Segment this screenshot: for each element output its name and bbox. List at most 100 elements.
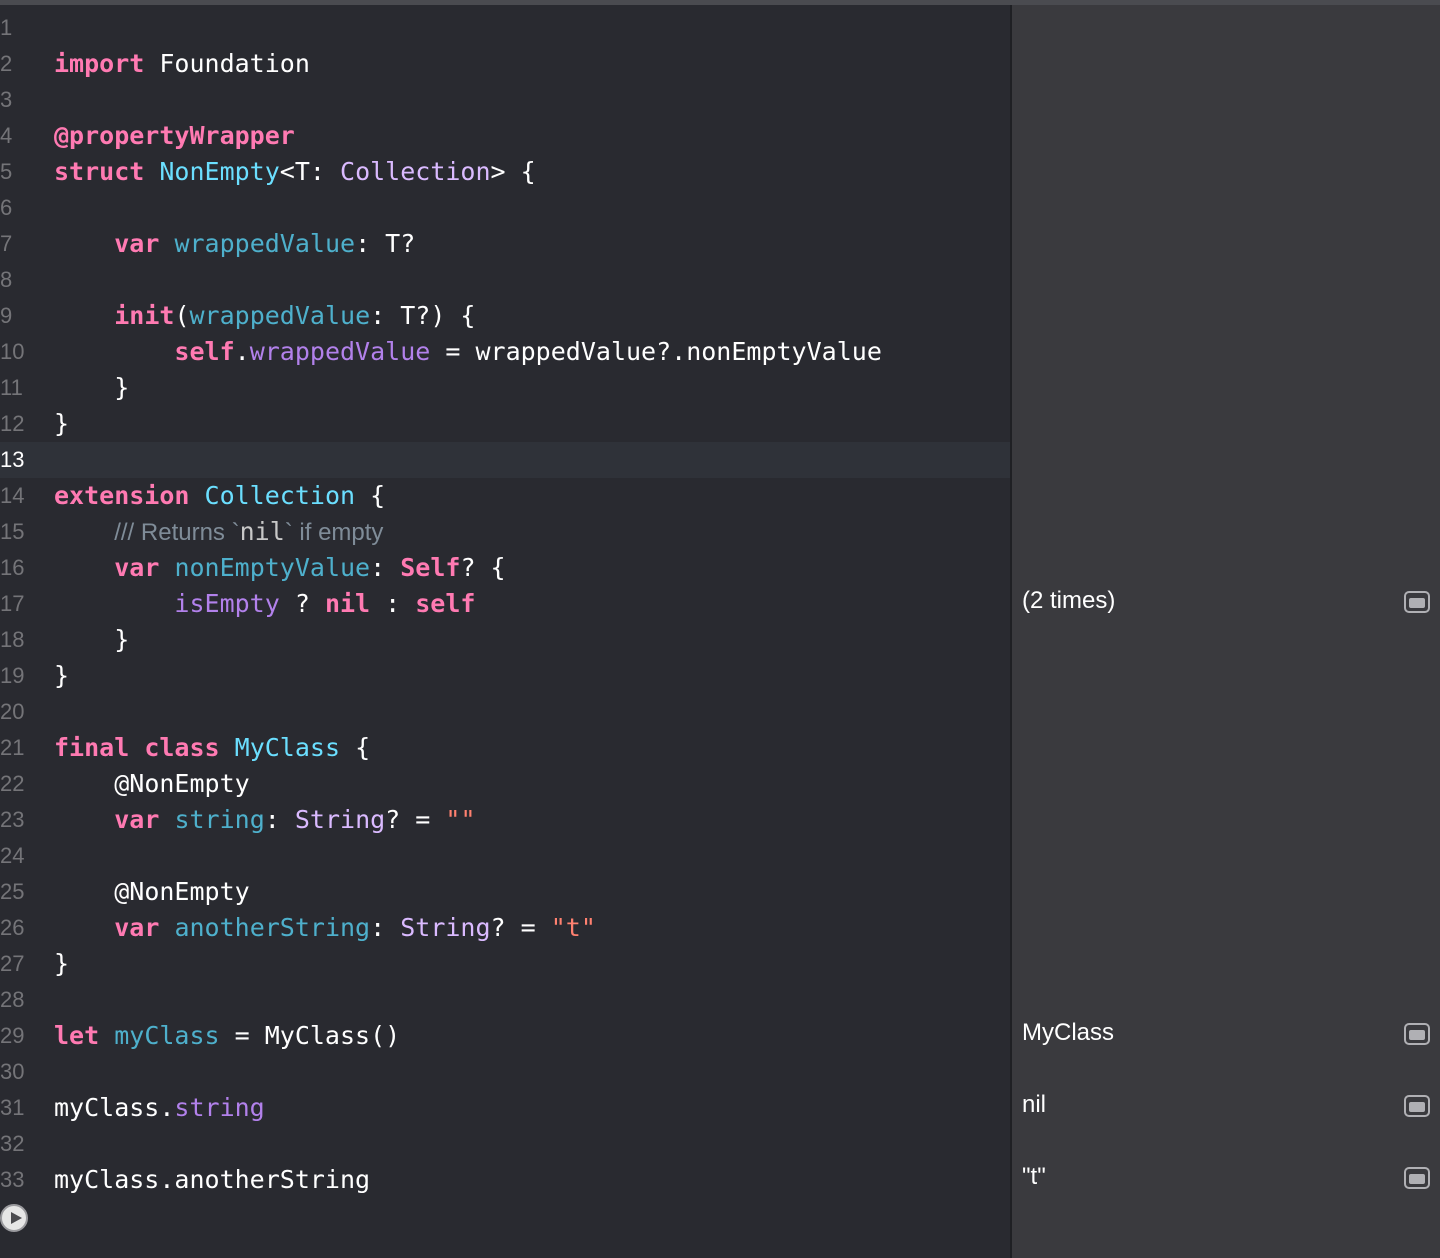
keyword-final: final: [54, 733, 130, 762]
attribute-property-wrapper: @propertyWrapper: [54, 121, 295, 150]
property-declaration: anotherString: [174, 913, 371, 942]
line-number[interactable]: 20: [0, 694, 26, 730]
code-line: 19 }: [0, 658, 1010, 694]
generic-param: <T:: [279, 157, 341, 186]
current-line-highlight[interactable]: 13: [0, 442, 1010, 478]
line-number[interactable]: 30: [0, 1054, 26, 1090]
property-declaration: string: [174, 805, 265, 834]
line-number[interactable]: 19: [0, 658, 26, 694]
line-number[interactable]: 11: [0, 370, 26, 406]
line-number[interactable]: 2: [0, 46, 26, 82]
keyword-self-type: Self: [400, 553, 461, 582]
code-line: 15 /// Returns `nil` if empty: [0, 514, 1010, 550]
punctuation: {: [355, 481, 386, 510]
line-number[interactable]: 7: [0, 226, 26, 262]
line-number[interactable]: 27: [0, 946, 26, 982]
line-number[interactable]: 3: [0, 82, 26, 118]
comment-text: ` if empty: [284, 519, 384, 546]
keyword-var: var: [114, 913, 160, 942]
line-number[interactable]: 29: [0, 1018, 26, 1054]
type-annotation: : T?: [355, 229, 416, 258]
code-text: }: [54, 406, 69, 442]
property-reference: isEmpty: [174, 589, 280, 618]
keyword-extension: extension: [54, 481, 190, 510]
code-line: 10 self.wrappedValue = wrappedValue?.non…: [0, 334, 1010, 370]
line-number[interactable]: 32: [0, 1126, 26, 1162]
line-number[interactable]: 18: [0, 622, 26, 658]
code-editor[interactable]: 1 2 import Foundation 3 4 @propertyWrapp…: [0, 5, 1010, 1258]
line-number[interactable]: 5: [0, 154, 26, 190]
line-number[interactable]: 16: [0, 550, 26, 586]
type-declaration: NonEmpty: [159, 157, 280, 186]
results-sidebar: [1010, 5, 1440, 1258]
quicklook-icon[interactable]: [1404, 1167, 1430, 1189]
property-declaration: nonEmptyValue: [174, 553, 371, 582]
code-line: 28: [0, 982, 1010, 1018]
string-literal: "t": [550, 913, 596, 942]
line-number[interactable]: 22: [0, 766, 26, 802]
type-reference: String: [294, 805, 386, 834]
punctuation: .: [234, 337, 250, 366]
code-line: 22 @NonEmpty: [0, 766, 1010, 802]
line-number[interactable]: 8: [0, 262, 26, 298]
attribute-non-empty: @NonEmpty: [114, 877, 250, 906]
line-number[interactable]: 6: [0, 190, 26, 226]
punctuation: :: [264, 805, 295, 834]
code-line: 11 }: [0, 370, 1010, 406]
variable-declaration: myClass: [114, 1021, 220, 1050]
type-reference: Collection: [340, 157, 491, 186]
code-line: 25 @NonEmpty: [0, 874, 1010, 910]
line-number[interactable]: 28: [0, 982, 26, 1018]
code-text: }: [54, 946, 69, 982]
closing-brace: }: [54, 409, 70, 438]
doc-comment: /// Returns `nil` if empty: [114, 517, 384, 546]
line-number[interactable]: 33: [0, 1162, 26, 1198]
closing-brace: }: [114, 373, 130, 402]
run-icon[interactable]: [0, 1204, 28, 1232]
code-line: 23 var string: String? = "": [0, 802, 1010, 838]
code-line: 1: [0, 10, 1010, 46]
code-line: 6: [0, 190, 1010, 226]
line-number[interactable]: 12: [0, 406, 26, 442]
code-text: /// Returns `nil` if empty: [54, 514, 383, 550]
operator: :: [370, 589, 416, 618]
code-text: isEmpty ? nil : self: [54, 586, 475, 622]
result-line-17: (2 times): [1022, 587, 1116, 614]
type-declaration: MyClass: [234, 733, 341, 762]
code-line: 14 extension Collection {: [0, 478, 1010, 514]
code-line: 17 isEmpty ? nil : self: [0, 586, 1010, 622]
line-number[interactable]: 1: [0, 10, 26, 46]
closing-brace: }: [114, 625, 130, 654]
line-number[interactable]: 4: [0, 118, 26, 154]
code-line: 26 var anotherString: String? = "t": [0, 910, 1010, 946]
code-line: 32: [0, 1126, 1010, 1162]
line-number[interactable]: 14: [0, 478, 26, 514]
quicklook-icon[interactable]: [1404, 591, 1430, 613]
property-declaration: wrappedValue: [174, 229, 356, 258]
line-number[interactable]: 31: [0, 1090, 26, 1126]
line-number[interactable]: 23: [0, 802, 26, 838]
code-line: 33 myClass.anotherString: [0, 1162, 1010, 1198]
line-number[interactable]: 26: [0, 910, 26, 946]
punctuation: > {: [490, 157, 536, 186]
line-number[interactable]: 17: [0, 586, 26, 622]
keyword-var: var: [114, 553, 160, 582]
code-line: 29 let myClass = MyClass(): [0, 1018, 1010, 1054]
code-text: @propertyWrapper: [54, 118, 295, 154]
line-number[interactable]: 24: [0, 838, 26, 874]
line-number[interactable]: 15: [0, 514, 26, 550]
code-line: 16 var nonEmptyValue: Self? {: [0, 550, 1010, 586]
line-number[interactable]: 10: [0, 334, 26, 370]
code-line: 12 }: [0, 406, 1010, 442]
line-number[interactable]: 9: [0, 298, 26, 334]
code-text: let myClass = MyClass(): [54, 1018, 400, 1054]
quicklook-icon[interactable]: [1404, 1023, 1430, 1045]
operator: ?: [279, 589, 325, 618]
line-number[interactable]: 13: [0, 442, 26, 478]
code-text: var wrappedValue: T?: [54, 226, 415, 262]
line-number[interactable]: 25: [0, 874, 26, 910]
code-text: var string: String? = "": [54, 802, 475, 838]
code-text: import Foundation: [54, 46, 310, 82]
quicklook-icon[interactable]: [1404, 1095, 1430, 1117]
line-number[interactable]: 21: [0, 730, 26, 766]
